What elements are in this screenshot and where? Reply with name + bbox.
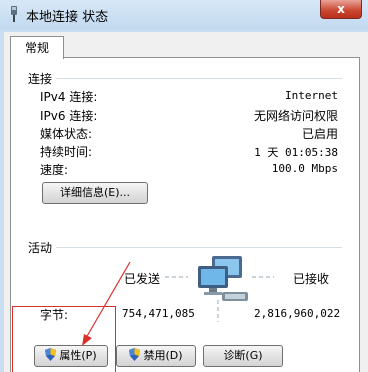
tab-general[interactable]: 常规 <box>10 36 64 59</box>
